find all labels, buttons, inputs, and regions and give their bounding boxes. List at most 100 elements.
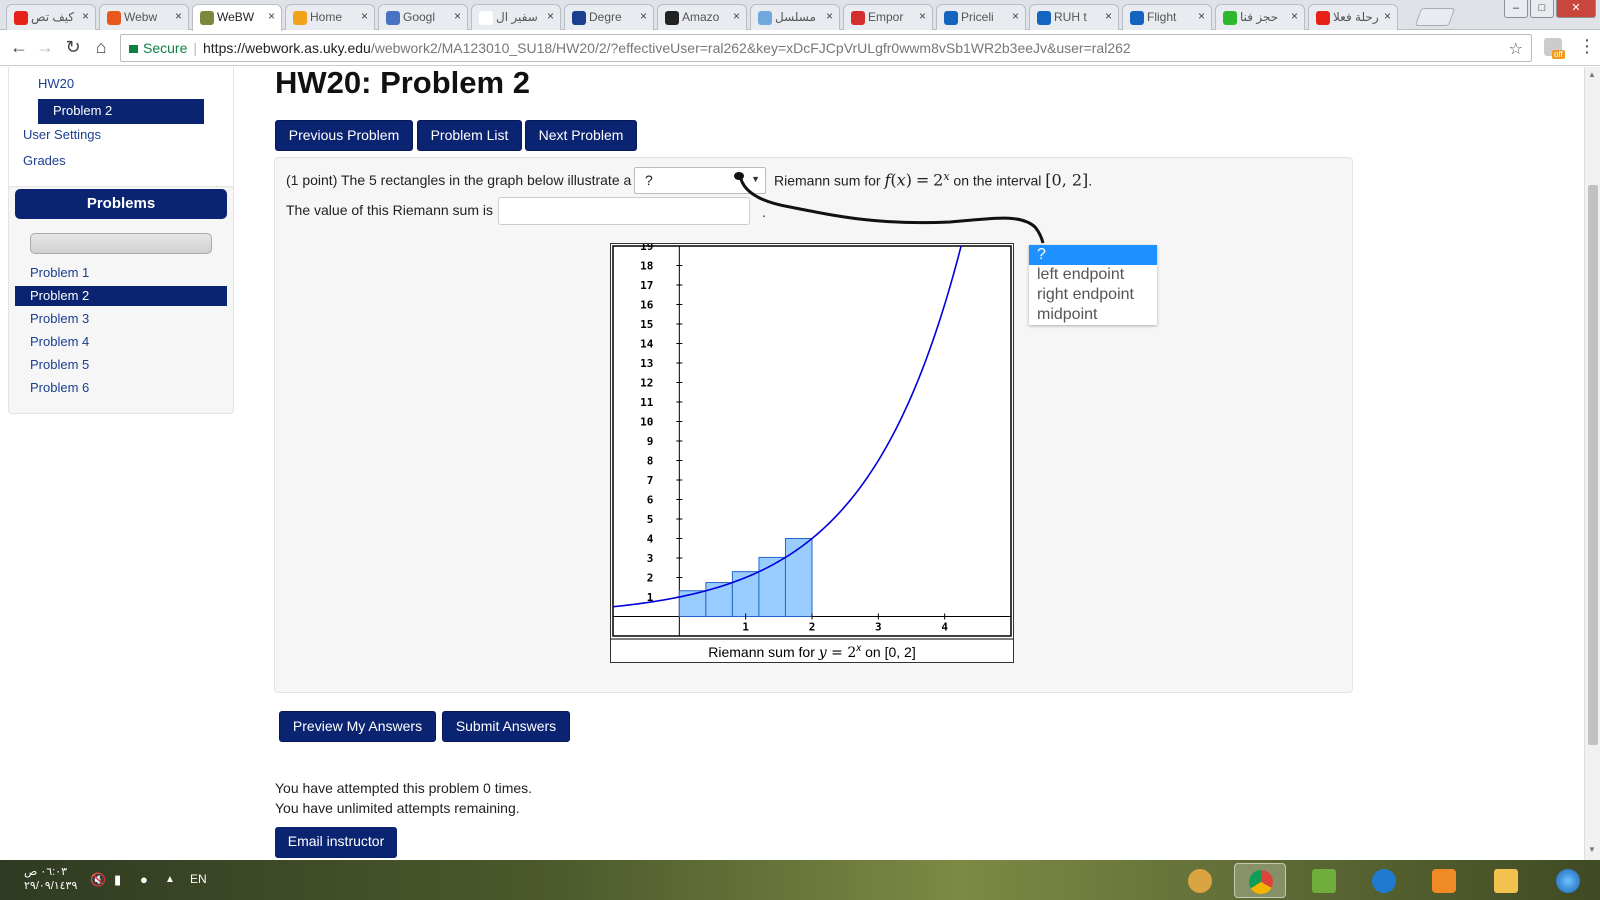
tab-title: WeBW (217, 10, 255, 24)
problem-list-item-1[interactable]: Problem 1 (30, 265, 89, 280)
taskbar-media-app[interactable] (1418, 863, 1470, 898)
browser-tab[interactable]: كيف تص × (6, 4, 96, 30)
new-tab-button[interactable] (1414, 8, 1456, 26)
language-indicator[interactable]: EN (190, 872, 207, 886)
browser-tab[interactable]: RUH t × (1029, 4, 1119, 30)
tab-title: Home (310, 10, 343, 24)
bookmark-star-icon[interactable]: ☆ (1509, 39, 1523, 59)
browser-tab[interactable]: مسلسل × (750, 4, 840, 30)
graph-caption: Riemann sum for y = 2x on [0, 2] (708, 643, 915, 661)
browser-tab[interactable]: Googl × (378, 4, 468, 30)
start-button[interactable] (1542, 863, 1594, 898)
address-bar[interactable]: Secure | https://webwork.as.uky.edu/webwor… (120, 34, 1532, 62)
tab-close-icon[interactable]: × (733, 9, 740, 23)
y-tick-label: 12 (640, 377, 653, 390)
browser-tab[interactable]: سفير ال × (471, 4, 561, 30)
taskbar-pen-app[interactable] (1298, 863, 1350, 898)
tab-close-icon[interactable]: × (1105, 9, 1112, 23)
taskbar-explorer-app[interactable] (1480, 863, 1532, 898)
problem-list-item-active[interactable]: Problem 2 (15, 286, 227, 306)
submit-answers-button[interactable]: Submit Answers (442, 711, 570, 742)
browser-tab[interactable]: حجز فنا × (1215, 4, 1305, 30)
riemann-type-option[interactable]: left endpoint (1029, 265, 1157, 285)
x-tick-label: 4 (941, 621, 948, 634)
nav-link-user-settings[interactable]: User Settings (23, 127, 101, 142)
problem-list-item-5[interactable]: Problem 5 (30, 357, 89, 372)
tab-favicon-icon (1130, 11, 1144, 25)
tab-close-icon[interactable]: × (1384, 9, 1391, 23)
nav-link-hw20[interactable]: HW20 (38, 76, 74, 91)
nav-link-problem-current[interactable]: Problem 2 (38, 99, 204, 124)
tab-close-icon[interactable]: × (82, 9, 89, 23)
progress-bar (30, 233, 212, 254)
y-tick-label: 10 (640, 416, 653, 429)
page-viewport: HW20 Problem 2 User Settings Grades Prob… (0, 67, 1584, 860)
tab-close-icon[interactable]: × (1198, 9, 1205, 23)
browser-tab[interactable]: Webw × (99, 4, 189, 30)
tab-close-icon[interactable]: × (640, 9, 647, 23)
taskbar-chrome-app[interactable] (1234, 863, 1286, 898)
tab-favicon-icon (944, 11, 958, 25)
email-instructor-button[interactable]: Email instructor (275, 827, 397, 858)
browser-tab[interactable]: Amazo × (657, 4, 747, 30)
riemann-value-input[interactable] (498, 197, 750, 225)
scroll-up-icon[interactable]: ▲ (1588, 70, 1596, 79)
tab-title: Googl (403, 10, 436, 24)
browser-tab[interactable]: WeBW × (192, 4, 282, 31)
os-taskbar: ٠٦:٠٣ ص ٢٩/٠٩/١٤٣٩ 🔇 ▮ ● ▲ EN (0, 860, 1600, 900)
window-close-icon[interactable]: ✕ (1556, 0, 1596, 18)
tray-expand-icon[interactable]: ▲ (165, 874, 175, 885)
y-tick-label: 14 (640, 338, 654, 351)
browser-tab[interactable]: Degre × (564, 4, 654, 30)
tab-favicon-icon (665, 11, 679, 25)
problem-list-button[interactable]: Problem List (417, 120, 522, 151)
riemann-type-option[interactable]: midpoint (1029, 305, 1157, 325)
tab-close-icon[interactable]: × (919, 9, 926, 23)
tab-close-icon[interactable]: × (175, 9, 182, 23)
next-problem-button[interactable]: Next Problem (525, 120, 637, 151)
network-icon[interactable]: ● (140, 872, 148, 887)
tab-close-icon[interactable]: × (826, 9, 833, 23)
reload-icon[interactable]: ↻ (62, 37, 84, 59)
nav-link-grades[interactable]: Grades (23, 153, 66, 168)
tab-close-icon[interactable]: × (547, 9, 554, 23)
tab-title: Degre (589, 10, 622, 24)
browser-menu-icon[interactable]: ⋮ (1578, 36, 1596, 56)
y-tick-label: 11 (640, 396, 654, 409)
tab-favicon-icon (1037, 11, 1051, 25)
browser-tab[interactable]: Priceli × (936, 4, 1026, 30)
problem-list-item-4[interactable]: Problem 4 (30, 334, 89, 349)
browser-toolbar: ← → ↻ ⌂ Secure | https://webwork.as.uky.ed… (0, 30, 1600, 66)
tab-close-icon[interactable]: × (268, 9, 275, 23)
y-tick-label: 7 (647, 474, 654, 487)
scroll-down-icon[interactable]: ▼ (1588, 845, 1596, 854)
browser-tab[interactable]: رحلة فعلا × (1308, 4, 1398, 30)
tab-close-icon[interactable]: × (1291, 9, 1298, 23)
problem-list-item-6[interactable]: Problem 6 (30, 380, 89, 395)
tab-close-icon[interactable]: × (1012, 9, 1019, 23)
battery-icon[interactable]: ▮ (114, 872, 121, 888)
tab-close-icon[interactable]: × (361, 9, 368, 23)
home-icon[interactable]: ⌂ (90, 37, 112, 59)
browser-tab[interactable]: Home × (285, 4, 375, 30)
taskbar-paint-app[interactable] (1174, 863, 1226, 898)
maximize-icon[interactable]: □ (1530, 0, 1554, 18)
page-scrollbar[interactable]: ▲ ▼ (1584, 67, 1600, 860)
previous-problem-button[interactable]: Previous Problem (275, 120, 413, 151)
tab-favicon-icon (1316, 11, 1330, 25)
browser-tab[interactable]: Empor × (843, 4, 933, 30)
taskbar-ie-app[interactable] (1358, 863, 1410, 898)
problem-list-item-3[interactable]: Problem 3 (30, 311, 89, 326)
volume-muted-icon[interactable]: 🔇 (90, 872, 106, 888)
forward-arrow-icon[interactable]: → (34, 37, 56, 59)
tab-close-icon[interactable]: × (454, 9, 461, 23)
preview-answers-button[interactable]: Preview My Answers (279, 711, 436, 742)
scroll-thumb[interactable] (1588, 185, 1598, 745)
riemann-type-option[interactable]: right endpoint (1029, 285, 1157, 305)
back-arrow-icon[interactable]: ← (8, 37, 30, 59)
minimize-icon[interactable]: – (1504, 0, 1528, 18)
browser-tab[interactable]: Flight × (1122, 4, 1212, 30)
address-separator: | (193, 40, 197, 56)
tray-clock[interactable]: ٠٦:٠٣ ص ٢٩/٠٩/١٤٣٩ (24, 865, 77, 893)
riemann-type-option[interactable]: ? (1029, 245, 1157, 265)
